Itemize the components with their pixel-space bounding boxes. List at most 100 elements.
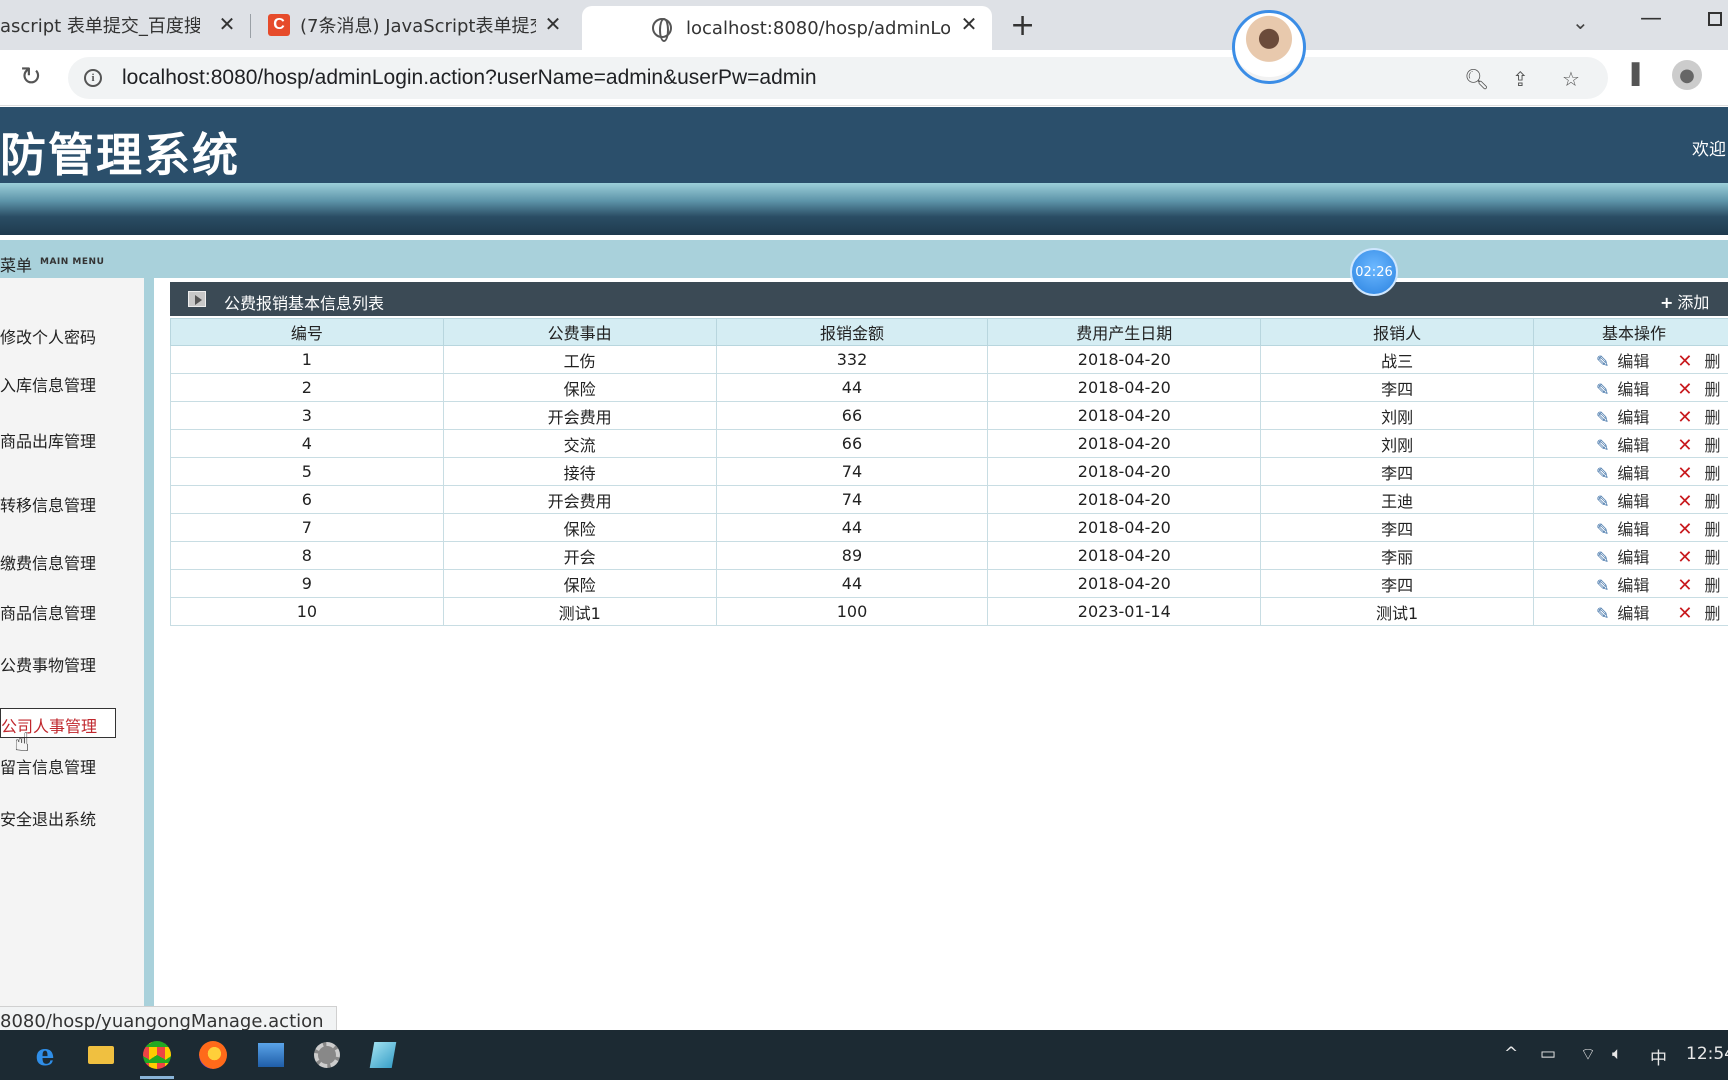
profile-icon[interactable]: ● <box>1672 60 1702 90</box>
sidebar-item-transfer[interactable]: 转移信息管理 <box>0 492 96 516</box>
tab-baidu[interactable]: ascript 表单提交_百度搜索 ✕ <box>0 0 250 50</box>
cell-reason: 保险 <box>442 513 717 542</box>
address-bar: ↻ i localhost:8080/hosp/adminLogin.actio… <box>0 50 1728 106</box>
cell-date: 2018-04-20 <box>987 569 1262 598</box>
edit-link[interactable]: 编辑 <box>1617 576 1649 595</box>
edit-link[interactable]: 编辑 <box>1617 520 1649 539</box>
delete-link[interactable]: 删 <box>1704 520 1720 539</box>
close-icon[interactable]: ✕ <box>214 12 240 36</box>
edit-link[interactable]: 编辑 <box>1617 352 1649 371</box>
pencil-icon[interactable]: ✎ <box>1596 492 1609 511</box>
cell-id: 7 <box>170 513 444 542</box>
star-icon[interactable]: ☆ <box>1562 67 1580 91</box>
cell-date: 2018-04-20 <box>987 429 1262 458</box>
info-icon[interactable]: i <box>84 69 102 87</box>
table-row: 10 测试1 100 2023-01-14 测试1 ✎ 编辑 ✕ 删 <box>170 597 1728 626</box>
pencil-icon[interactable]: ✎ <box>1596 548 1609 567</box>
sidebar-item-expense[interactable]: 公费事物管理 <box>0 652 96 676</box>
wifi-icon[interactable]: ⌔ <box>1580 1044 1596 1065</box>
delete-link[interactable]: 删 <box>1704 436 1720 455</box>
reload-icon[interactable]: ↻ <box>20 62 42 92</box>
volume-icon[interactable]: 🔈︎ <box>1612 1044 1622 1064</box>
battery-icon[interactable]: ▭ <box>1540 1044 1556 1064</box>
share-icon[interactable]: ⇪ <box>1512 67 1529 91</box>
edit-link[interactable]: 编辑 <box>1617 436 1649 455</box>
pencil-icon[interactable]: ✎ <box>1596 380 1609 399</box>
delete-icon[interactable]: ✕ <box>1677 491 1692 512</box>
delete-icon[interactable]: ✕ <box>1677 547 1692 568</box>
zoom-icon[interactable]: 🔍︎ <box>1464 67 1489 91</box>
close-icon[interactable]: ✕ <box>956 12 982 36</box>
delete-icon[interactable]: ✕ <box>1677 351 1692 372</box>
chrome-icon[interactable] <box>140 1038 174 1072</box>
minimize-icon[interactable]: — <box>1640 6 1662 31</box>
ie-icon[interactable]: e <box>28 1038 62 1073</box>
delete-icon[interactable]: ✕ <box>1677 603 1692 624</box>
pencil-icon[interactable]: ✎ <box>1596 464 1609 483</box>
table-row: 3 开会费用 66 2018-04-20 刘刚 ✎ 编辑 ✕ 删 <box>170 401 1728 430</box>
sidebar-item-inbound[interactable]: 入库信息管理 <box>0 372 96 396</box>
url-text[interactable]: localhost:8080/hosp/adminLogin.action?us… <box>122 66 817 90</box>
edit-link[interactable]: 编辑 <box>1617 464 1649 483</box>
cell-amount: 100 <box>715 597 989 626</box>
sidebar-item-goods[interactable]: 商品信息管理 <box>0 600 96 624</box>
delete-icon[interactable]: ✕ <box>1677 575 1692 596</box>
edit-link[interactable]: 编辑 <box>1617 408 1649 427</box>
delete-link[interactable]: 删 <box>1704 408 1720 427</box>
pencil-icon[interactable]: ✎ <box>1596 604 1609 623</box>
app-header: 防管理系统 欢迎 <box>0 107 1728 183</box>
delete-link[interactable]: 删 <box>1704 464 1720 483</box>
tab-strip: ascript 表单提交_百度搜索 ✕ C (7条消息) JavaScript表… <box>0 0 1728 50</box>
folder-icon[interactable] <box>84 1038 118 1072</box>
delete-icon[interactable]: ✕ <box>1677 379 1692 400</box>
notes-icon[interactable] <box>366 1038 400 1072</box>
delete-icon[interactable]: ✕ <box>1677 407 1692 428</box>
pencil-icon[interactable]: ✎ <box>1596 352 1609 371</box>
sidebar-item-logout[interactable]: 安全退出系统 <box>0 806 96 830</box>
chevron-down-icon[interactable]: ⌄ <box>1572 10 1589 34</box>
column-header-date: 费用产生日期 <box>987 318 1262 346</box>
tab-csdn[interactable]: C (7条消息) JavaScript表单提交_fs ✕ <box>262 0 572 50</box>
app-icon[interactable] <box>254 1038 288 1072</box>
delete-icon[interactable]: ✕ <box>1677 435 1692 456</box>
app-title: 防管理系统 <box>0 128 240 182</box>
delete-link[interactable]: 删 <box>1704 492 1720 511</box>
delete-icon[interactable]: ✕ <box>1677 463 1692 484</box>
delete-icon[interactable]: ✕ <box>1677 519 1692 540</box>
table-row: 4 交流 66 2018-04-20 刘刚 ✎ 编辑 ✕ 删 <box>170 429 1728 458</box>
clock[interactable]: 12:54 <box>1686 1044 1728 1064</box>
ime-indicator[interactable]: 中 <box>1650 1044 1667 1069</box>
maximize-icon[interactable] <box>1708 12 1722 26</box>
cell-person: 战三 <box>1260 345 1534 374</box>
cell-amount: 44 <box>715 373 989 402</box>
cell-ops: ✎ 编辑 ✕ 删 <box>1532 345 1728 374</box>
edit-link[interactable]: 编辑 <box>1617 380 1649 399</box>
edit-link[interactable]: 编辑 <box>1617 604 1649 623</box>
delete-link[interactable]: 删 <box>1704 604 1720 623</box>
cell-ops: ✎ 编辑 ✕ 删 <box>1532 485 1728 514</box>
edit-link[interactable]: 编辑 <box>1617 548 1649 567</box>
delete-link[interactable]: 删 <box>1704 576 1720 595</box>
settings-icon[interactable] <box>310 1038 344 1072</box>
tray-chevron-icon[interactable]: ^ <box>1504 1044 1518 1064</box>
close-icon[interactable]: ✕ <box>540 12 566 36</box>
pencil-icon[interactable]: ✎ <box>1596 436 1609 455</box>
add-button[interactable]: + 添加 <box>1660 289 1709 313</box>
sidepanel-icon[interactable]: ▐ <box>1624 62 1639 86</box>
delete-link[interactable]: 删 <box>1704 352 1720 371</box>
pencil-icon[interactable]: ✎ <box>1596 520 1609 539</box>
sidebar-item-payment[interactable]: 缴费信息管理 <box>0 550 96 574</box>
tab-localhost[interactable]: localhost:8080/hosp/adminLo ✕ <box>582 6 992 50</box>
pencil-icon[interactable]: ✎ <box>1596 576 1609 595</box>
pencil-icon[interactable]: ✎ <box>1596 408 1609 427</box>
delete-link[interactable]: 删 <box>1704 380 1720 399</box>
cell-date: 2018-04-20 <box>987 373 1262 402</box>
cell-amount: 332 <box>715 345 989 374</box>
url-field[interactable]: i localhost:8080/hosp/adminLogin.action?… <box>68 57 1608 99</box>
delete-link[interactable]: 删 <box>1704 548 1720 567</box>
firefox-icon[interactable] <box>196 1038 230 1072</box>
sidebar-item-password[interactable]: 修改个人密码 <box>0 324 96 348</box>
new-tab-icon[interactable]: + <box>1010 8 1035 43</box>
sidebar-item-outbound[interactable]: 商品出库管理 <box>0 428 96 452</box>
edit-link[interactable]: 编辑 <box>1617 492 1649 511</box>
